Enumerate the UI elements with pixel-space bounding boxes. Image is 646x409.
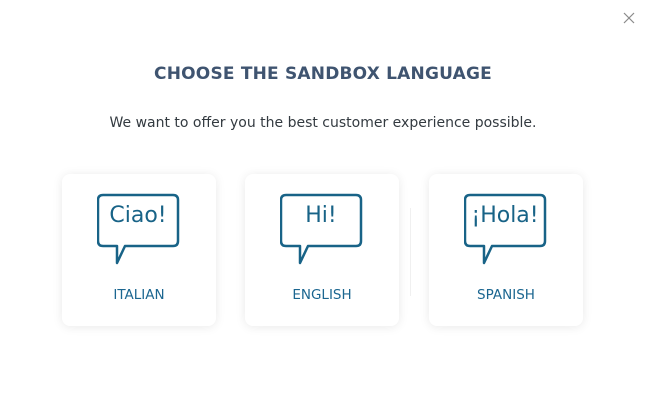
language-select-modal: CHOOSE THE SANDBOX LANGUAGE We want to o… — [0, 0, 646, 409]
speech-bubble-icon: Ciao! — [97, 193, 181, 267]
modal-title: CHOOSE THE SANDBOX LANGUAGE — [154, 64, 492, 84]
language-card-english[interactable]: Hi! ENGLISH — [245, 174, 399, 326]
language-label: ENGLISH — [292, 287, 352, 303]
greeting-text: Ciao! — [109, 203, 167, 228]
greeting-text: Hi! — [305, 203, 337, 228]
language-card-spanish[interactable]: ¡Hola! SPANISH — [429, 174, 583, 326]
language-card-italian[interactable]: Ciao! ITALIAN — [62, 174, 216, 326]
speech-bubble-icon: Hi! — [280, 193, 364, 267]
divider — [410, 208, 411, 296]
close-button[interactable] — [620, 9, 638, 27]
close-icon[interactable] — [623, 12, 635, 24]
modal-subtitle: We want to offer you the best customer e… — [109, 115, 537, 131]
speech-bubble-icon: ¡Hola! — [464, 193, 548, 267]
language-label: SPANISH — [477, 287, 535, 303]
greeting-text: ¡Hola! — [471, 203, 539, 228]
language-label: ITALIAN — [113, 287, 165, 303]
